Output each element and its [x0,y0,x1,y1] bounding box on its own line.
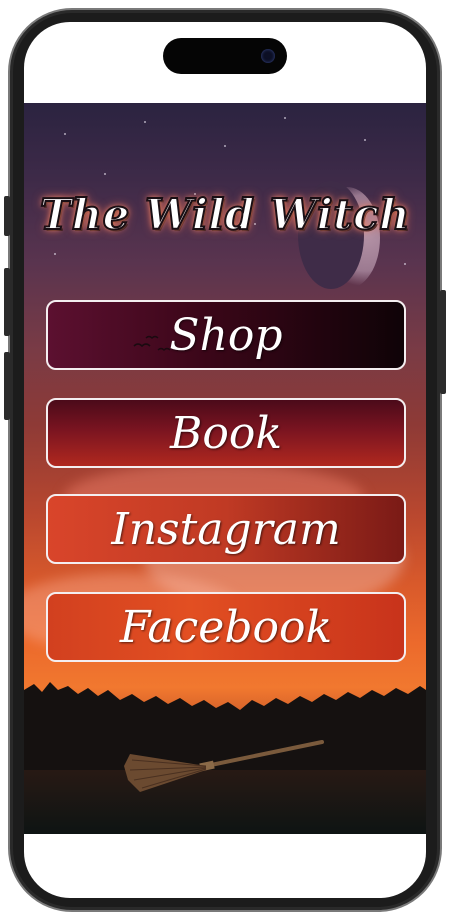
facebook-button[interactable]: Facebook [46,592,406,662]
shop-button[interactable]: Shop [46,300,406,370]
volume-down-button [4,352,10,420]
power-button [440,290,446,394]
volume-up-button [4,268,10,336]
action-button [4,196,10,236]
broomstick-icon [124,740,324,792]
page-title: The Wild Witch [39,189,411,240]
instagram-button[interactable]: Instagram [46,494,406,564]
front-camera-icon [261,49,275,63]
book-button[interactable]: Book [46,398,406,468]
birds-icon [133,335,171,351]
dynamic-island [163,38,287,74]
